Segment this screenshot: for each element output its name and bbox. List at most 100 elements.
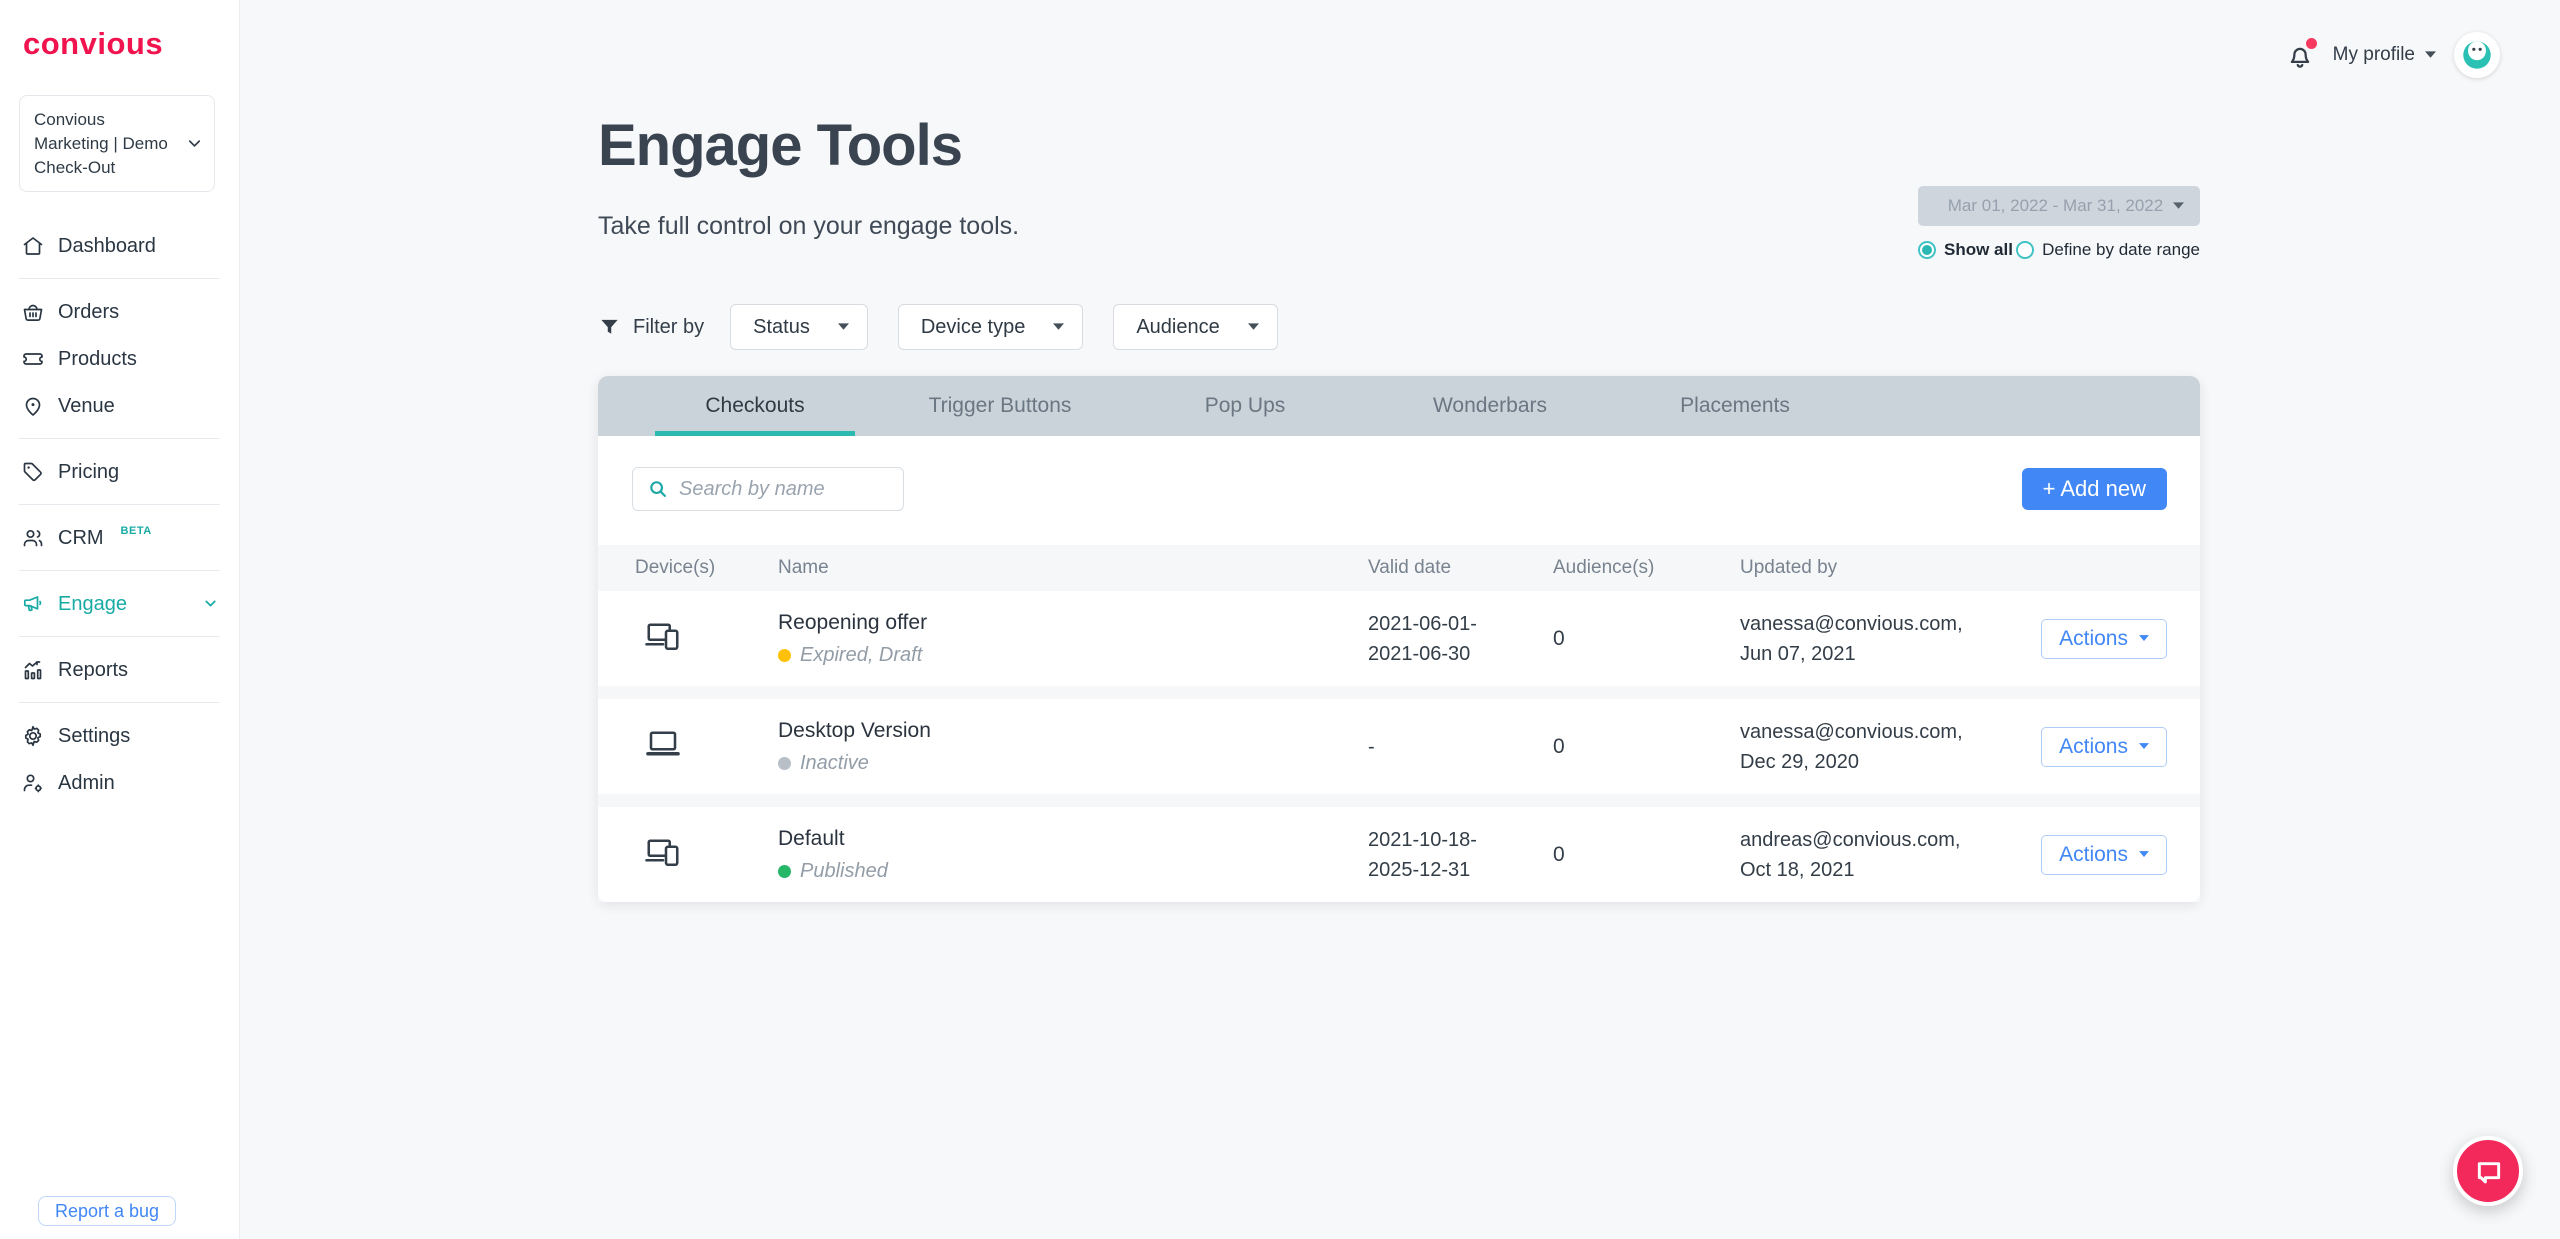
map-pin-icon: [21, 394, 45, 418]
status-label: Inactive: [800, 752, 869, 775]
chat-bubble-icon: [2472, 1155, 2504, 1187]
venue-selector-label: Convious Marketing | Demo Check-Out: [34, 108, 177, 179]
sidebar-item-crm[interactable]: CRM BETA: [0, 514, 239, 561]
chat-fab-button[interactable]: [2453, 1136, 2523, 1206]
sidebar-item-dashboard[interactable]: Dashboard: [0, 222, 239, 269]
dropdown-label: Status: [753, 316, 810, 339]
caret-down-icon: [2139, 743, 2149, 750]
bar-chart-icon: [21, 658, 45, 682]
device-type-filter-dropdown[interactable]: Device type: [898, 304, 1084, 350]
caret-down-icon: [2173, 202, 2184, 210]
search-input[interactable]: [679, 478, 891, 501]
sidebar-item-venue[interactable]: Venue: [0, 382, 239, 429]
divider: [19, 278, 220, 279]
users-icon: [21, 526, 45, 550]
status-dot: [778, 865, 791, 878]
notifications-button[interactable]: [2285, 40, 2315, 70]
basket-icon: [21, 300, 45, 324]
caret-down-icon: [2425, 51, 2436, 59]
sidebar-item-label: CRM: [58, 528, 104, 548]
sidebar-item-label: Products: [58, 349, 137, 369]
tabbar: Checkouts Trigger Buttons Pop Ups Wonder…: [598, 376, 2200, 436]
topbar: My profile: [2285, 32, 2500, 78]
sidebar-item-products[interactable]: Products: [0, 335, 239, 382]
tab-checkouts[interactable]: Checkouts: [655, 376, 855, 436]
filter-icon: [598, 316, 621, 339]
radio-show-all[interactable]: Show all: [1918, 240, 2013, 260]
sidebar-nav: Dashboard Orders Products Venue Pricing: [0, 222, 239, 806]
chevron-down-icon: [185, 134, 204, 153]
search-icon: [647, 478, 669, 500]
audience-filter-dropdown[interactable]: Audience: [1113, 304, 1277, 350]
sidebar: convious Convious Marketing | Demo Check…: [0, 0, 240, 1239]
status-label: Expired, Draft: [800, 644, 922, 667]
filter-bar: Filter by Status Device type Audience: [598, 304, 1308, 350]
sidebar-item-engage[interactable]: Engage: [0, 580, 239, 627]
column-header-audiences: Audience(s): [1553, 557, 1740, 579]
column-header-devices: Device(s): [635, 557, 778, 579]
updated-by: andreas@convious.com, Oct 18, 2021: [1740, 825, 2035, 885]
tab-wonderbars[interactable]: Wonderbars: [1390, 376, 1590, 436]
status-filter-dropdown[interactable]: Status: [730, 304, 868, 350]
engage-tools-panel: Checkouts Trigger Buttons Pop Ups Wonder…: [598, 376, 2200, 902]
search-box: [632, 467, 904, 511]
table-body: Reopening offer Expired, Draft 2021-06-0…: [598, 591, 2200, 902]
sidebar-item-orders[interactable]: Orders: [0, 288, 239, 335]
table-toolbar: + Add new: [598, 436, 2200, 545]
date-range-input[interactable]: Mar 01, 2022 - Mar 31, 2022: [1918, 186, 2200, 226]
sidebar-item-label: Settings: [58, 726, 130, 746]
status-badge: Expired, Draft: [778, 644, 1368, 667]
actions-button[interactable]: Actions: [2041, 619, 2167, 659]
profile-menu[interactable]: My profile: [2333, 44, 2436, 66]
radio-label: Show all: [1944, 240, 2013, 260]
date-filter-options: Show all Define by date range: [1918, 240, 2200, 260]
sidebar-item-label: Reports: [58, 660, 128, 680]
avatar[interactable]: [2454, 32, 2500, 78]
date-filter: Mar 01, 2022 - Mar 31, 2022 Show all Def…: [1918, 186, 2200, 260]
mascot-icon: [2458, 36, 2496, 74]
radio-icon: [1918, 241, 1936, 259]
sidebar-item-pricing[interactable]: Pricing: [0, 448, 239, 495]
tab-trigger-buttons[interactable]: Trigger Buttons: [900, 376, 1100, 436]
notification-badge: [2304, 36, 2319, 51]
convious-logo[interactable]: convious: [23, 26, 163, 62]
tab-pop-ups[interactable]: Pop Ups: [1145, 376, 1345, 436]
tab-placements[interactable]: Placements: [1635, 376, 1835, 436]
devices-desktop-icon: [643, 726, 683, 762]
devices-desktop-mobile-icon: [643, 618, 683, 654]
divider: [19, 570, 220, 571]
sidebar-item-reports[interactable]: Reports: [0, 646, 239, 693]
sidebar-item-admin[interactable]: Admin: [0, 759, 239, 806]
sidebar-item-label: Orders: [58, 302, 119, 322]
actions-button[interactable]: Actions: [2041, 727, 2167, 767]
radio-label: Define by date range: [2042, 240, 2200, 260]
divider: [19, 504, 220, 505]
date-range-value: Mar 01, 2022 - Mar 31, 2022: [1938, 196, 2173, 216]
filter-label: Filter by: [633, 316, 704, 339]
divider: [19, 438, 220, 439]
beta-badge: BETA: [121, 525, 152, 537]
caret-down-icon: [838, 323, 849, 331]
audiences-count: 0: [1553, 627, 1740, 651]
caret-down-icon: [2139, 635, 2149, 642]
profile-label: My profile: [2333, 44, 2415, 66]
radio-icon: [2016, 241, 2034, 259]
dropdown-label: Device type: [921, 316, 1026, 339]
megaphone-icon: [21, 592, 45, 616]
venue-selector[interactable]: Convious Marketing | Demo Check-Out: [19, 95, 215, 192]
sidebar-item-settings[interactable]: Settings: [0, 712, 239, 759]
page-title: Engage Tools: [598, 112, 962, 179]
actions-button[interactable]: Actions: [2041, 835, 2167, 875]
report-bug-button[interactable]: Report a bug: [38, 1196, 176, 1226]
status-badge: Inactive: [778, 752, 1368, 775]
caret-down-icon: [2139, 851, 2149, 858]
checkout-name: Reopening offer: [778, 611, 1368, 635]
gear-icon: [21, 724, 45, 748]
column-header-updated-by: Updated by: [1740, 557, 2035, 579]
updated-by: vanessa@convious.com, Dec 29, 2020: [1740, 717, 2035, 777]
radio-define-date-range[interactable]: Define by date range: [2016, 240, 2200, 260]
sidebar-item-label: Admin: [58, 773, 115, 793]
actions-label: Actions: [2059, 627, 2128, 651]
dropdown-label: Audience: [1136, 316, 1219, 339]
add-new-button[interactable]: + Add new: [2022, 468, 2167, 510]
